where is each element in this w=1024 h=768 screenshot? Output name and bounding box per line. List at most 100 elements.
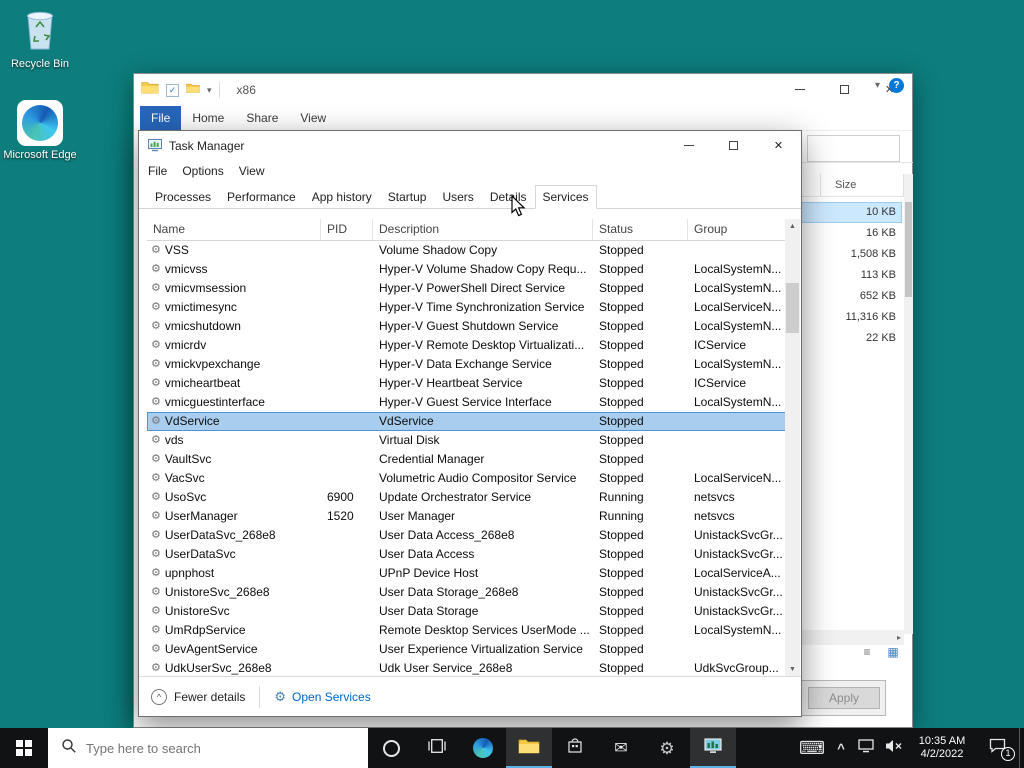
- desktop-icon-microsoft-edge[interactable]: Microsoft Edge: [2, 100, 78, 161]
- service-row[interactable]: ⚙ UnistoreSvc User Data Storage Stopped …: [147, 602, 786, 621]
- column-header[interactable]: Group: [688, 219, 786, 240]
- service-row[interactable]: ⚙ VaultSvc Credential Manager Stopped: [147, 450, 786, 469]
- menu-item[interactable]: Options: [182, 164, 223, 178]
- scroll-right-button[interactable]: ▸: [897, 633, 901, 642]
- scrollbar-thumb[interactable]: [786, 283, 799, 333]
- service-row[interactable]: ⚙ UserDataSvc_268e8 User Data Access_268…: [147, 526, 786, 545]
- column-header[interactable]: Description: [373, 219, 593, 240]
- service-gear-icon: ⚙: [151, 453, 161, 465]
- service-row[interactable]: ⚙ vmicguestinterface Hyper-V Guest Servi…: [147, 393, 786, 412]
- taskbar-file-explorer-button[interactable]: [506, 728, 552, 768]
- taskmgr-maximize-button[interactable]: [711, 131, 756, 160]
- file-size-cell[interactable]: 10 KB: [798, 202, 902, 223]
- explorer-ribbon-tab[interactable]: Share: [235, 106, 289, 130]
- task-manager-tab[interactable]: Startup: [380, 185, 435, 209]
- explorer-minimize-button[interactable]: [777, 74, 822, 105]
- service-row[interactable]: ⚙ vmickvpexchange Hyper-V Data Exchange …: [147, 355, 786, 374]
- service-gear-icon: ⚙: [151, 339, 161, 351]
- menu-item[interactable]: View: [239, 164, 265, 178]
- column-header[interactable]: Name: [147, 219, 321, 240]
- properties-icon[interactable]: ✓: [166, 83, 179, 97]
- open-services-link[interactable]: ⚙ Open Services: [274, 690, 370, 704]
- service-group: UnistackSvcGr...: [694, 547, 783, 561]
- new-folder-icon[interactable]: [186, 81, 200, 99]
- task-manager-tab[interactable]: App history: [304, 185, 380, 209]
- taskbar-search-input[interactable]: [86, 740, 336, 756]
- service-row[interactable]: ⚙ vds Virtual Disk Stopped: [147, 431, 786, 450]
- service-row[interactable]: ⚙ vmicvss Hyper-V Volume Shadow Copy Req…: [147, 260, 786, 279]
- service-row[interactable]: ⚙ VSS Volume Shadow Copy Stopped: [147, 241, 786, 260]
- scrollbar-thumb[interactable]: [905, 202, 912, 297]
- hidden-icons-button[interactable]: ^: [829, 728, 853, 768]
- taskbar-clock[interactable]: 10:35 AM 4/2/2022: [909, 735, 975, 761]
- column-header[interactable]: Status: [593, 219, 688, 240]
- explorer-search-box[interactable]: [807, 135, 900, 162]
- explorer-maximize-button[interactable]: [822, 74, 867, 105]
- task-manager-tab[interactable]: Services: [534, 185, 597, 209]
- explorer-vertical-scrollbar[interactable]: [904, 174, 913, 634]
- explorer-ribbon-tab[interactable]: View: [289, 106, 337, 130]
- action-center-button[interactable]: 1: [975, 728, 1019, 768]
- file-size-cell[interactable]: 1,508 KB: [798, 244, 902, 265]
- file-size-cell[interactable]: 16 KB: [798, 223, 902, 244]
- file-size-cell[interactable]: 22 KB: [798, 328, 902, 349]
- taskbar-task-manager-button[interactable]: [690, 728, 736, 768]
- explorer-ribbon-tab[interactable]: Home: [181, 106, 235, 130]
- task-manager-tab[interactable]: Performance: [219, 185, 304, 209]
- service-row[interactable]: ⚙ vmicrdv Hyper-V Remote Desktop Virtual…: [147, 336, 786, 355]
- task-manager-tab[interactable]: Users: [434, 185, 481, 209]
- service-row[interactable]: ⚙ UnistoreSvc_268e8 User Data Storage_26…: [147, 583, 786, 602]
- mail-button[interactable]: ✉: [598, 728, 644, 768]
- service-row[interactable]: ⚙ vmicheartbeat Hyper-V Heartbeat Servic…: [147, 374, 786, 393]
- taskmgr-close-button[interactable]: ✕: [756, 131, 801, 160]
- start-button[interactable]: [0, 728, 48, 768]
- network-button[interactable]: [853, 728, 879, 768]
- explorer-horizontal-scrollbar[interactable]: ▸: [798, 630, 904, 645]
- service-row[interactable]: ⚙ UserDataSvc User Data Access Stopped U…: [147, 545, 786, 564]
- settings-app-button[interactable]: ⚙: [644, 728, 690, 768]
- explorer-ribbon-tab[interactable]: File: [140, 106, 182, 130]
- size-column-header[interactable]: Size: [820, 174, 904, 196]
- qat-customize-chevron-icon[interactable]: ▾: [207, 85, 212, 96]
- service-row[interactable]: ⚙ UevAgentService User Experience Virtua…: [147, 640, 786, 659]
- scroll-up-button[interactable]: ▲: [785, 219, 800, 234]
- cortana-button[interactable]: [368, 728, 414, 768]
- fewer-details-button[interactable]: ^ Fewer details: [151, 688, 245, 705]
- taskbar-edge-button[interactable]: [460, 728, 506, 768]
- scroll-down-button[interactable]: ▼: [785, 662, 800, 677]
- details-view-button[interactable]: ≡: [858, 644, 876, 660]
- file-size-cell[interactable]: 652 KB: [798, 286, 902, 307]
- service-row[interactable]: ⚙ UdkUserSvc_268e8 Udk User Service_268e…: [147, 659, 786, 677]
- column-header[interactable]: PID: [321, 219, 373, 240]
- service-row[interactable]: ⚙ UmRdpService Remote Desktop Services U…: [147, 621, 786, 640]
- desktop-icon-recycle-bin[interactable]: Recycle Bin: [2, 6, 78, 70]
- service-row[interactable]: ⚙ vmicvmsession Hyper-V PowerShell Direc…: [147, 279, 786, 298]
- service-pid: [321, 602, 373, 621]
- touch-keyboard-button[interactable]: ⌨: [795, 728, 829, 768]
- thumbnail-view-button[interactable]: ▦: [884, 644, 902, 660]
- menu-item[interactable]: File: [148, 164, 167, 178]
- taskmgr-vertical-scrollbar[interactable]: ▲ ▼: [785, 219, 800, 677]
- explorer-window-title: x86: [236, 83, 256, 97]
- service-row[interactable]: ⚙ upnphost UPnP Device Host Stopped Loca…: [147, 564, 786, 583]
- service-row[interactable]: ⚙ VacSvc Volumetric Audio Compositor Ser…: [147, 469, 786, 488]
- taskbar-search[interactable]: [48, 728, 368, 768]
- service-row[interactable]: ⚙ VdService VdService Stopped: [147, 412, 786, 431]
- expand-ribbon-chevron-icon[interactable]: ▾: [875, 80, 880, 91]
- apply-button[interactable]: Apply: [808, 687, 880, 709]
- file-size-cell[interactable]: 11,316 KB: [798, 307, 902, 328]
- task-manager-tab[interactable]: Processes: [147, 185, 219, 209]
- service-row[interactable]: ⚙ UserManager 1520 User Manager Running …: [147, 507, 786, 526]
- volume-button[interactable]: [879, 728, 909, 768]
- help-button[interactable]: ?: [889, 78, 904, 93]
- service-row[interactable]: ⚙ vmictimesync Hyper-V Time Synchronizat…: [147, 298, 786, 317]
- service-row[interactable]: ⚙ UsoSvc 6900 Update Orchestrator Servic…: [147, 488, 786, 507]
- task-view-button[interactable]: [414, 728, 460, 768]
- show-desktop-button[interactable]: [1019, 728, 1024, 768]
- microsoft-store-button[interactable]: [552, 728, 598, 768]
- service-pid: [321, 545, 373, 564]
- taskmgr-minimize-button[interactable]: [666, 131, 711, 160]
- service-description: User Experience Virtualization Service: [379, 642, 583, 656]
- file-size-cell[interactable]: 113 KB: [798, 265, 902, 286]
- service-row[interactable]: ⚙ vmicshutdown Hyper-V Guest Shutdown Se…: [147, 317, 786, 336]
